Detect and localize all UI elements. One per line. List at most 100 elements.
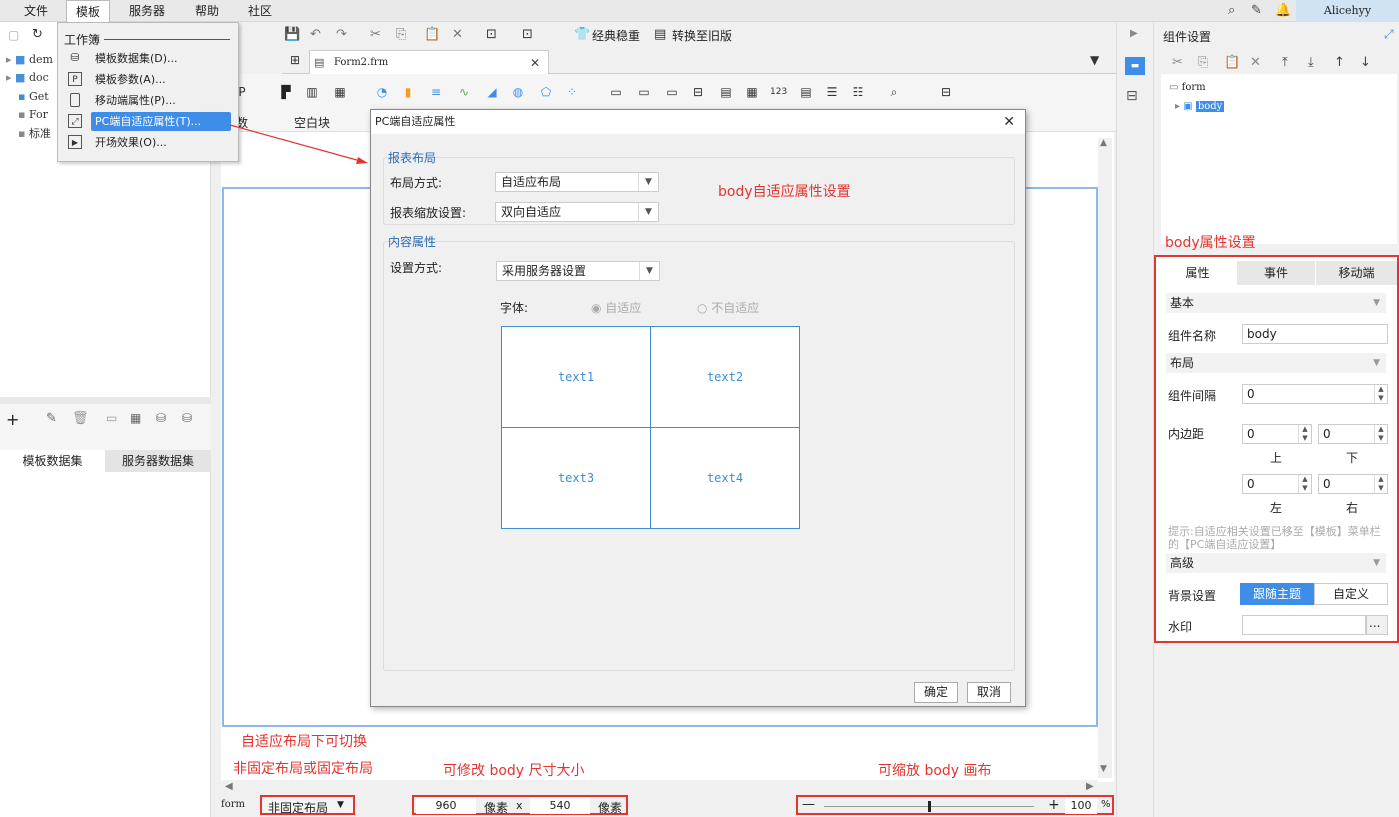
menu-item-intro-effect[interactable]: 开场效果(O)... (91, 133, 171, 152)
vertical-scrollbar[interactable]: ▲ ▼ (1098, 138, 1112, 778)
section-advanced[interactable]: 高级 ▼ (1166, 553, 1386, 573)
watermark-browse-button[interactable]: ... (1366, 615, 1388, 635)
section-layout[interactable]: 布局 ▼ (1166, 353, 1386, 373)
tab-form2[interactable]: ▤ Form2.frm ✕ (309, 50, 549, 74)
hbar-chart-icon[interactable]: ≡ (428, 84, 444, 100)
tree-item[interactable]: ▪ For (18, 108, 48, 126)
zoom-in-icon[interactable]: + (1048, 797, 1060, 813)
database-icon[interactable]: ⛁ (156, 411, 166, 425)
scroll-up-icon[interactable]: ▲ (1100, 138, 1107, 148)
redo-icon[interactable]: ↷ (336, 27, 347, 42)
move-top-icon[interactable]: ⤒ (1282, 55, 1288, 70)
tree-item[interactable]: ▪ Get (18, 90, 49, 108)
gauge-chart-icon[interactable]: ◍ (510, 84, 526, 100)
bell-icon[interactable]: 🔔 (1275, 3, 1291, 18)
scroll-right-icon[interactable]: ▶ (1086, 781, 1094, 792)
padding-bottom-input[interactable]: 0 ▲ ▼ (1318, 424, 1388, 444)
mode-select[interactable]: 采用服务器设置 ▼ (496, 261, 660, 281)
search-icon[interactable]: ⌕ (1228, 3, 1235, 18)
dataset-icon[interactable]: ▦ (130, 411, 141, 425)
database-refresh-icon[interactable]: ⛁ (182, 411, 192, 425)
tab-menu-icon[interactable]: ▼ (1090, 53, 1099, 67)
theme-icon[interactable]: 👕 (574, 27, 590, 42)
convert-legacy-button[interactable]: 转换至旧版 (672, 27, 732, 44)
padding-left-input[interactable]: 0 ▲ ▼ (1242, 474, 1312, 494)
layout-select[interactable]: 自适应布局 ▼ (495, 172, 659, 192)
menu-item-pc-adaptive[interactable]: PC端自适应属性(T)... (91, 112, 231, 131)
search-widget-icon[interactable]: ⌕ (886, 84, 902, 100)
bg-follow-theme-button[interactable]: 跟随主题 (1240, 583, 1314, 605)
tab-server-dataset[interactable]: 服务器数据集 (105, 450, 211, 472)
close-tab-icon[interactable]: ✕ (530, 51, 540, 75)
delete-icon[interactable]: ✕ (1250, 55, 1261, 70)
edit-icon[interactable]: ✎ (1251, 3, 1262, 18)
radar-chart-icon[interactable]: ⬠ (538, 84, 554, 100)
gap-input[interactable]: 0 ▲ ▼ (1242, 384, 1388, 404)
layout-widget-icon[interactable]: ⊟ (938, 84, 954, 100)
preview-icon[interactable]: ▭ (106, 411, 117, 425)
scroll-down-icon[interactable]: ▼ (1100, 764, 1107, 774)
splitter[interactable] (0, 397, 211, 404)
close-icon[interactable]: ✕ (1003, 110, 1015, 134)
button-widget-icon[interactable]: ▭ (608, 84, 624, 100)
tab-mobile[interactable]: 移动端 (1316, 261, 1397, 285)
radio-adaptive[interactable]: ◉ 自适应 (591, 299, 641, 316)
undo-icon[interactable]: ↶ (310, 27, 321, 42)
zoom-out-icon[interactable]: — (802, 797, 815, 812)
zoom-slider-thumb[interactable] (928, 801, 931, 812)
menu-template[interactable]: 模板 (66, 0, 110, 24)
menu-item-template-dataset[interactable]: 模板数据集(D)... (91, 49, 182, 68)
number-widget-icon[interactable]: 123 (770, 84, 787, 100)
move-bottom-icon[interactable]: ⤓ (1308, 55, 1314, 70)
classic-theme-button[interactable]: 经典稳重 (592, 27, 640, 44)
tab-events[interactable]: 事件 (1237, 261, 1315, 285)
menu-server[interactable]: 服务器 (120, 0, 174, 22)
collapse-icon[interactable]: ▶ (1130, 28, 1138, 39)
scroll-left-icon[interactable]: ◀ (225, 781, 233, 792)
bg-custom-button[interactable]: 自定义 (1314, 583, 1388, 605)
cut-icon[interactable]: ✂ (1172, 55, 1183, 70)
convert-icon[interactable]: ▤ (654, 27, 666, 42)
move-down-icon[interactable]: ↓ (1360, 55, 1371, 70)
padding-right-input[interactable]: 0 ▲ ▼ (1318, 474, 1388, 494)
ok-button[interactable]: 确定 (914, 682, 958, 703)
zoom-input[interactable]: 100 (1065, 798, 1097, 814)
width-input[interactable]: 960 (416, 798, 476, 814)
menu-file[interactable]: 文件 (14, 0, 58, 22)
user-name[interactable]: Alicehyy (1296, 0, 1399, 22)
tree-node-body[interactable]: ▸ ▣ body (1175, 101, 1225, 112)
copy-icon[interactable]: ⎘ (396, 27, 406, 42)
padding-top-input[interactable]: 0 ▲ ▼ (1242, 424, 1312, 444)
area-chart-icon[interactable]: ◢ (484, 84, 500, 100)
search-icon[interactable]: ⊡ (522, 27, 533, 42)
layout-panel-icon[interactable]: ⊟ (1126, 88, 1138, 104)
save-icon[interactable]: 💾 (284, 27, 300, 42)
bar-chart-icon[interactable]: ▮ (400, 84, 416, 100)
checkbox-group-icon[interactable]: ☷ (850, 84, 866, 100)
label-widget-icon[interactable]: ▭ (636, 84, 652, 100)
layout-mode-select[interactable]: 非固定布局 ▼ (260, 795, 355, 815)
absolute-layout-icon[interactable]: ▦ (332, 84, 348, 100)
component-settings-icon[interactable]: ▬ (1125, 57, 1145, 75)
calendar-widget-icon[interactable]: ▦ (744, 84, 760, 100)
tab-layout-icon[interactable]: ▥ (304, 84, 320, 100)
menu-community[interactable]: 社区 (240, 0, 280, 22)
line-chart-icon[interactable]: ∿ (456, 84, 472, 100)
radio-not-adaptive[interactable]: ○ 不自适应 (697, 299, 759, 316)
paste-icon[interactable]: 📋 (1224, 55, 1240, 70)
grid-icon[interactable]: ⊞ (290, 53, 300, 67)
new-file-icon[interactable]: ▢ (8, 28, 19, 42)
section-basic[interactable]: 基本 ▼ (1166, 293, 1386, 313)
pie-chart-icon[interactable]: ◔ (374, 84, 390, 100)
copy-icon[interactable]: ⎘ (1198, 55, 1208, 70)
date-widget-icon[interactable]: ▤ (718, 84, 734, 100)
tab-template-dataset[interactable]: 模板数据集 (0, 450, 105, 472)
edit-icon[interactable]: ✎ (46, 411, 57, 426)
tree-item[interactable]: ▪ 标准 (18, 125, 51, 143)
watermark-input[interactable] (1242, 615, 1366, 635)
radio-group-icon[interactable]: ☰ (824, 84, 840, 100)
textarea-widget-icon[interactable]: ▤ (798, 84, 814, 100)
delete-icon[interactable]: 🗑 (72, 411, 89, 426)
cut-icon[interactable]: ✂ (370, 27, 381, 42)
preview-icon[interactable]: ⊡ (486, 27, 497, 42)
